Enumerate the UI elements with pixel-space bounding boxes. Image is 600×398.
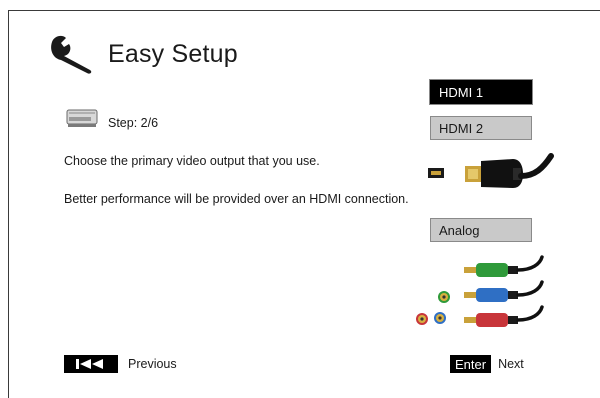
monitor-icon [66, 109, 98, 127]
previous-control[interactable]: Previous [64, 355, 177, 373]
page-title: Easy Setup [108, 39, 238, 68]
option-hdmi-1[interactable]: HDMI 1 [430, 80, 532, 104]
description-text: Choose the primary video output that you… [64, 154, 320, 168]
next-control[interactable]: Enter Next [450, 355, 524, 373]
enter-key[interactable]: Enter [450, 355, 492, 373]
wrench-icon [51, 35, 92, 74]
option-hdmi-2[interactable]: HDMI 2 [430, 116, 532, 140]
option-hdmi-2-label: HDMI 2 [439, 120, 484, 136]
previous-key[interactable] [64, 355, 118, 373]
note-text: Better performance will be provided over… [64, 192, 409, 206]
option-analog[interactable]: Analog [430, 218, 532, 242]
step-indicator: Step: 2/6 [66, 108, 158, 130]
page-header: Easy Setup [46, 34, 238, 74]
frame-border-top [8, 10, 600, 11]
component-rca-cables-icon [416, 255, 544, 327]
option-analog-label: Analog [439, 222, 480, 238]
step-text: Step: 2/6 [108, 116, 159, 130]
option-hdmi-1-label: HDMI 1 [439, 84, 484, 100]
previous-label: Previous [128, 357, 177, 371]
next-label: Next [498, 357, 524, 371]
skip-back-icon [76, 359, 103, 369]
easy-setup-screen: Easy Setup Step: 2/6 Choose the primary … [0, 0, 600, 398]
frame-border-left [8, 10, 9, 398]
hdmi-cable-icon [428, 153, 554, 188]
